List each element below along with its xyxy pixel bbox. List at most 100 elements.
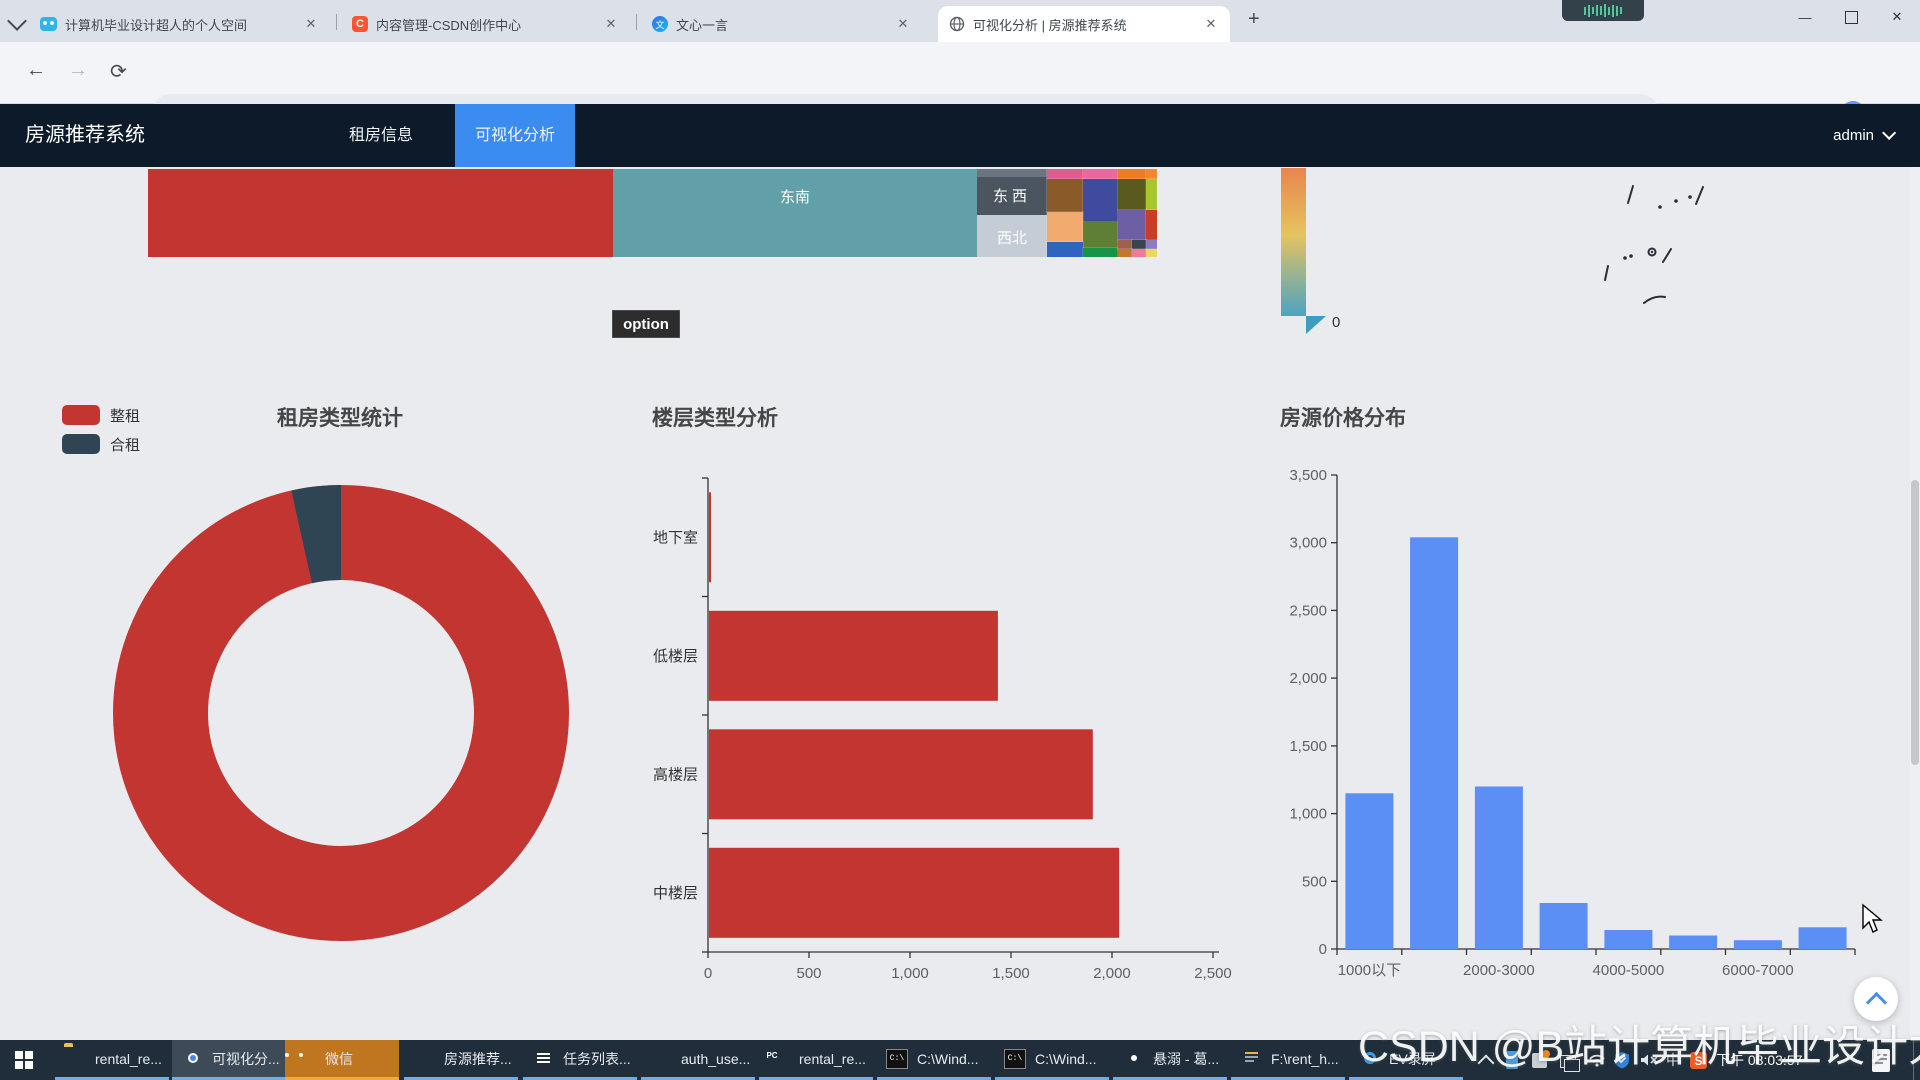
tab-wenxin[interactable]: 文 文心一言 ✕ — [642, 6, 922, 42]
svg-text:1,000: 1,000 — [891, 965, 929, 982]
svg-text:2,500: 2,500 — [1194, 965, 1232, 982]
taskbar-item-cmd-1[interactable]: C:\ C:\Wind... — [877, 1040, 991, 1080]
pie-legend[interactable]: 整租 合租 — [62, 405, 140, 454]
legend-label: 整租 — [110, 405, 140, 426]
visual-map-gradient[interactable] — [1281, 168, 1306, 316]
floor-chart-title: 楼层类型分析 — [652, 402, 778, 432]
windows-logo-icon — [15, 1051, 33, 1069]
visual-map-handle[interactable] — [1306, 316, 1326, 334]
treemap-mosaic[interactable] — [1047, 169, 1157, 257]
treemap-label: 东西 — [977, 185, 1047, 206]
csdn-favicon: C — [352, 16, 368, 32]
svg-text:3,000: 3,000 — [1289, 535, 1327, 552]
svg-text:1,500: 1,500 — [1289, 738, 1327, 755]
taskbar-item-pycharm[interactable]: PC rental_re... — [759, 1040, 873, 1080]
svg-text:500: 500 — [1302, 873, 1327, 890]
user-menu[interactable]: admin — [1833, 104, 1892, 167]
treemap-block-eastwest[interactable]: 东西 — [977, 169, 1047, 215]
taskbar-item-wechat[interactable]: 微信 — [285, 1040, 399, 1080]
tab-title: 计算机毕业设计超人的个人空间 — [65, 15, 294, 34]
svg-text:1000以下: 1000以下 — [1338, 962, 1401, 979]
svg-text:中楼层: 中楼层 — [653, 885, 698, 902]
window-minimize-button[interactable]: — — [1782, 0, 1828, 34]
orientation-treemap: 东南 东西 西北 — [148, 169, 1157, 257]
tab-title: 可视化分析 | 房源推荐系统 — [973, 15, 1194, 34]
price-chart-title: 房源价格分布 — [1280, 402, 1406, 432]
new-tab-button[interactable]: + — [1248, 8, 1260, 31]
taskbar-item-chrome[interactable]: 可视化分... — [172, 1040, 286, 1080]
treemap-block-southeast[interactable]: 东南 — [613, 169, 977, 257]
chrome-icon — [181, 1047, 205, 1071]
back-icon[interactable]: ← — [26, 59, 46, 82]
tab-active-charts[interactable]: 可视化分析 | 房源推荐系统 ✕ — [938, 6, 1230, 42]
screen-recorder-widget[interactable] — [1562, 0, 1644, 21]
pie-chart-title: 租房类型统计 — [220, 402, 460, 432]
taskbar-item-music[interactable]: 悬溺 - 葛... — [1113, 1040, 1227, 1080]
wechat-icon — [294, 1047, 318, 1071]
tab-title: 文心一言 — [676, 15, 886, 34]
tab-close-icon[interactable]: ✕ — [602, 15, 620, 33]
tasklist-icon — [532, 1047, 556, 1071]
legend-item[interactable]: 整租 — [62, 405, 140, 425]
svg-text:6000-7000: 6000-7000 — [1722, 962, 1794, 979]
taskbar-item-auth[interactable]: auth_use... — [641, 1040, 755, 1080]
taskbar-item-folder[interactable]: rental_re... — [55, 1040, 169, 1080]
taskbar-item-cmd-2[interactable]: C:\ C:\Wind... — [995, 1040, 1109, 1080]
csdn-watermark: CSDN @B站计算机毕业设计大学 — [1358, 1012, 1920, 1074]
app-brand[interactable]: 房源推荐系统 — [25, 104, 145, 167]
svg-text:2,000: 2,000 — [1093, 965, 1131, 982]
svg-text:地下室: 地下室 — [653, 529, 698, 546]
window-close-button[interactable]: ✕ — [1874, 0, 1920, 34]
start-button[interactable] — [0, 1040, 48, 1080]
username: admin — [1833, 127, 1874, 144]
legend-swatch — [62, 405, 100, 425]
tab-list-chevron-icon[interactable] — [7, 11, 27, 31]
browser-tab-strip: 计算机毕业设计超人的个人空间 ✕ C 内容管理-CSDN创作中心 ✕ 文 文心一… — [0, 0, 1920, 42]
tab-close-icon[interactable]: ✕ — [894, 15, 912, 33]
taskbar-item-tasklist[interactable]: 任务列表... — [523, 1040, 637, 1080]
tab-title: 内容管理-CSDN创作中心 — [376, 15, 594, 34]
legend-item[interactable]: 合租 — [62, 434, 140, 454]
tab-close-icon[interactable]: ✕ — [302, 15, 320, 33]
taskbar-item-edge[interactable]: 房源推荐... — [404, 1040, 518, 1080]
app-navbar: 房源推荐系统 租房信息 可视化分析 admin — [0, 104, 1920, 167]
database-app-icon — [650, 1047, 674, 1071]
svg-text:500: 500 — [796, 965, 821, 982]
partial-scatter-marks — [1595, 175, 1725, 315]
nav-item-rental-info[interactable]: 租房信息 — [336, 104, 426, 167]
price-bar-chart[interactable]: 05001,0001,5002,0002,5003,0003,5001000以下… — [1260, 460, 1920, 1000]
svg-text:低楼层: 低楼层 — [653, 648, 698, 665]
window-controls: — ✕ — [1782, 0, 1920, 34]
visual-map-min-label: 0 — [1332, 314, 1340, 331]
treemap-block-large[interactable] — [148, 169, 613, 257]
desktop-screen: 计算机毕业设计超人的个人空间 ✕ C 内容管理-CSDN创作中心 ✕ 文 文心一… — [0, 0, 1920, 1080]
window-maximize-button[interactable] — [1828, 0, 1874, 34]
notepad-icon — [1240, 1047, 1264, 1071]
taskbar-item-notepad[interactable]: F:\rent_h... — [1231, 1040, 1345, 1080]
cmd-icon: C:\ — [1004, 1047, 1028, 1071]
pycharm-icon: PC — [768, 1047, 792, 1071]
tab-bilibili[interactable]: 计算机毕业设计超人的个人空间 ✕ — [30, 6, 330, 42]
svg-text:0: 0 — [1319, 941, 1327, 958]
scrollbar-thumb[interactable] — [1911, 480, 1919, 765]
treemap-block-northwest[interactable]: 西北 — [977, 215, 1047, 257]
echarts-tooltip: option — [612, 310, 680, 338]
svg-text:1,500: 1,500 — [992, 965, 1030, 982]
tab-separator — [336, 14, 337, 30]
legend-swatch — [62, 434, 100, 454]
svg-text:1,000: 1,000 — [1289, 806, 1327, 823]
pie-chart[interactable] — [103, 475, 579, 951]
forward-icon[interactable]: → — [68, 59, 88, 82]
mouse-cursor — [1860, 903, 1886, 933]
cmd-icon: C:\ — [886, 1047, 910, 1071]
legend-label: 合租 — [110, 434, 140, 455]
nav-item-visual-analysis[interactable]: 可视化分析 — [455, 104, 575, 167]
svg-text:0: 0 — [704, 965, 712, 982]
wenxin-favicon: 文 — [652, 16, 668, 32]
refresh-icon[interactable]: ⟳ — [110, 59, 127, 84]
tab-csdn[interactable]: C 内容管理-CSDN创作中心 ✕ — [342, 6, 630, 42]
svg-text:2000-3000: 2000-3000 — [1463, 962, 1535, 979]
tab-close-icon[interactable]: ✕ — [1202, 15, 1220, 33]
floor-bar-chart[interactable]: 地下室低楼层高楼层中楼层05001,0001,5002,0002,500 — [640, 460, 1260, 1000]
svg-text:2,500: 2,500 — [1289, 602, 1327, 619]
